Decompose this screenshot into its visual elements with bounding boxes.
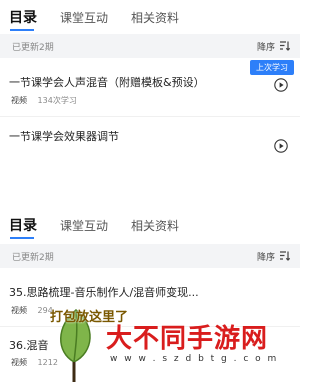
lesson-title: 一节课学会人声混音（附赠模板&预设）	[9, 76, 205, 89]
sort-desc-icon	[280, 41, 290, 51]
update-status: 已更新2期	[12, 252, 54, 263]
tab-interaction[interactable]: 课堂互动	[60, 217, 108, 234]
lesson-type: 视频	[11, 96, 27, 105]
lesson-type: 视频	[11, 306, 27, 315]
lesson-study-count: 134次学习	[37, 96, 77, 105]
lesson-meta: 视频 134次学习	[11, 95, 77, 106]
lesson-title: 35.思路梳理-音乐制作人/混音师变现...	[9, 286, 199, 299]
update-status: 已更新2期	[12, 42, 54, 53]
lesson-item[interactable]: 35.思路梳理-音乐制作人/混音师变现... 视频 294	[0, 268, 300, 327]
sort-button[interactable]: 降序	[257, 250, 290, 263]
tab-bar: 目录 课堂互动 相关资料	[0, 206, 300, 244]
lesson-title: 36.混音	[9, 339, 49, 352]
sort-label: 降序	[256, 252, 275, 263]
lesson-title: 一节课学会效果器调节	[9, 130, 119, 143]
lesson-item[interactable]: 上次学习 一节课学会人声混音（附赠模板&预设） 视频 134次学习	[0, 58, 300, 117]
lesson-study-count: 1212	[37, 358, 58, 367]
course-panel-bottom: 目录 课堂互动 相关资料 已更新2期 降序 35.思路梳理-音乐制作人/混音师变…	[0, 206, 300, 380]
tab-catalog[interactable]: 目录	[9, 215, 37, 239]
tab-materials[interactable]: 相关资料	[131, 9, 179, 26]
course-panel-top: 目录 课堂互动 相关资料 已更新2期 降序 上次学习 一节课学会人声混音（附赠模…	[0, 0, 300, 168]
screenshot-separator	[0, 168, 300, 206]
catalog-header: 已更新2期 降序	[0, 34, 300, 58]
tab-interaction[interactable]: 课堂互动	[60, 9, 108, 26]
play-icon[interactable]	[274, 139, 288, 153]
lesson-meta: 视频 294	[11, 305, 53, 316]
catalog-header: 已更新2期 降序	[0, 244, 300, 268]
lesson-item[interactable]: 一节课学会效果器调节	[0, 117, 300, 168]
lesson-item[interactable]: 36.混音 视频 1212	[0, 327, 300, 380]
sort-button[interactable]: 降序	[257, 40, 290, 53]
tab-materials[interactable]: 相关资料	[131, 217, 179, 234]
sort-desc-icon	[280, 251, 290, 261]
last-studied-badge: 上次学习	[250, 60, 294, 75]
tab-bar: 目录 课堂互动 相关资料	[0, 0, 300, 34]
lesson-study-count: 294	[37, 306, 53, 315]
play-icon[interactable]	[274, 78, 288, 92]
sort-label: 降序	[256, 42, 275, 53]
tab-catalog[interactable]: 目录	[9, 7, 37, 31]
lesson-type: 视频	[11, 358, 27, 367]
lesson-meta: 视频 1212	[11, 357, 58, 368]
